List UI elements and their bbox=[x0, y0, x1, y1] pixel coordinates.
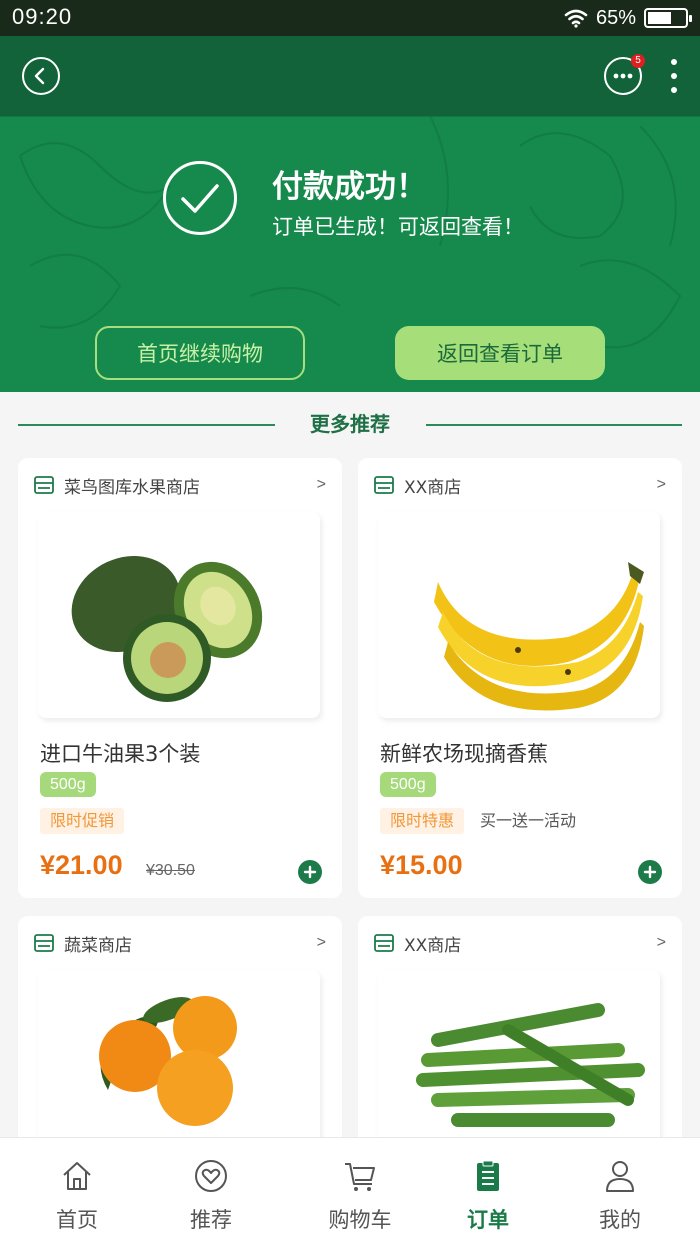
kebab-menu-icon[interactable] bbox=[664, 56, 684, 96]
plus-icon bbox=[303, 865, 317, 879]
tab-label: 订单 bbox=[467, 1208, 509, 1232]
user-icon bbox=[606, 1161, 634, 1192]
product-card[interactable]: 菜鸟图库水果商店 > 进口牛油果3个装 500g 限时促销 ¥21.00 ¥30… bbox=[18, 458, 342, 898]
add-to-cart-button[interactable] bbox=[298, 860, 322, 884]
shop-name: XX商店 bbox=[404, 477, 462, 498]
notification-badge: 5 bbox=[631, 54, 645, 68]
tab-label: 推荐 bbox=[190, 1208, 232, 1232]
product-image-avocado[interactable] bbox=[38, 512, 320, 718]
shop-link[interactable]: XX商店 > bbox=[374, 930, 666, 956]
tab-home[interactable]: 首页 bbox=[7, 1138, 147, 1245]
shop-icon bbox=[34, 476, 54, 494]
promo-tag: 限时特惠 bbox=[380, 808, 465, 834]
product-name: 新鲜农场现摘香蕉 bbox=[380, 742, 548, 766]
chevron-right-icon: > bbox=[656, 934, 666, 951]
view-order-button[interactable]: 返回查看订单 bbox=[395, 326, 605, 380]
battery-level bbox=[648, 12, 671, 24]
chevron-left-icon bbox=[34, 67, 45, 85]
status-time: 09:20 bbox=[12, 4, 73, 29]
shop-name: 菜鸟图库水果商店 bbox=[64, 477, 200, 498]
tab-profile[interactable]: 我的 bbox=[550, 1138, 690, 1245]
order-icon bbox=[477, 1160, 499, 1191]
chevron-right-icon: > bbox=[656, 476, 666, 493]
chevron-right-icon: > bbox=[316, 476, 326, 493]
battery-percent: 65% bbox=[595, 6, 636, 29]
heart-icon bbox=[195, 1160, 227, 1192]
weight-tag: 500g bbox=[40, 772, 96, 797]
success-check-icon bbox=[163, 161, 237, 235]
shop-link[interactable]: 蔬菜商店 > bbox=[34, 930, 326, 956]
cart-icon bbox=[345, 1163, 375, 1191]
bottom-tab-bar: 首页 推荐 购物车 订单 我的 bbox=[0, 1137, 700, 1245]
tab-label: 我的 bbox=[599, 1208, 641, 1232]
weight-tag: 500g bbox=[380, 772, 436, 797]
home-icon bbox=[63, 1162, 91, 1190]
product-card[interactable]: XX商店 > 新鲜农场现摘香蕉 500g 限时特惠 买一送一活动 ¥15.00 bbox=[358, 458, 682, 898]
promo-tag: 限时促销 bbox=[40, 808, 125, 834]
original-price: ¥30.50 bbox=[146, 862, 195, 879]
payment-success-title: 付款成功！ bbox=[272, 169, 427, 205]
product-price: ¥15.00 bbox=[380, 850, 463, 880]
add-to-cart-button[interactable] bbox=[638, 860, 662, 884]
back-button[interactable] bbox=[22, 57, 60, 95]
wifi-icon bbox=[564, 9, 588, 28]
section-divider-right bbox=[426, 424, 682, 426]
shop-link[interactable]: 菜鸟图库水果商店 > bbox=[34, 472, 326, 498]
shop-icon bbox=[374, 934, 394, 952]
shop-link[interactable]: XX商店 > bbox=[374, 472, 666, 498]
status-bar: 09:20 65% bbox=[0, 0, 700, 36]
shop-name: XX商店 bbox=[404, 935, 462, 956]
payment-success-subtitle: 订单已生成！可返回查看！ bbox=[272, 215, 524, 239]
continue-shopping-button[interactable]: 首页继续购物 bbox=[95, 326, 305, 380]
shop-icon bbox=[34, 934, 54, 952]
product-name: 进口牛油果3个装 bbox=[40, 742, 201, 766]
product-image-banana[interactable] bbox=[378, 512, 660, 718]
section-divider-left bbox=[18, 424, 275, 426]
tab-cart[interactable]: 购物车 bbox=[290, 1138, 430, 1245]
shop-icon bbox=[374, 476, 394, 494]
battery-icon bbox=[644, 8, 692, 28]
promo-description: 买一送一活动 bbox=[480, 811, 577, 830]
tab-label: 首页 bbox=[56, 1208, 98, 1232]
product-price: ¥21.00 bbox=[40, 850, 123, 880]
status-right: 65% bbox=[564, 4, 692, 32]
payment-success-banner: 5 付款成功！ 订单已生成！可返回查看！ 首页继续购物 返回查看订单 bbox=[0, 36, 700, 392]
tab-recommend[interactable]: 推荐 bbox=[141, 1138, 281, 1245]
section-title: 更多推荐 bbox=[310, 412, 390, 436]
plus-icon bbox=[643, 865, 657, 879]
shop-name: 蔬菜商店 bbox=[64, 935, 132, 956]
chevron-right-icon: > bbox=[316, 934, 326, 951]
tab-orders[interactable]: 订单 bbox=[418, 1138, 558, 1245]
tab-label: 购物车 bbox=[328, 1208, 392, 1232]
